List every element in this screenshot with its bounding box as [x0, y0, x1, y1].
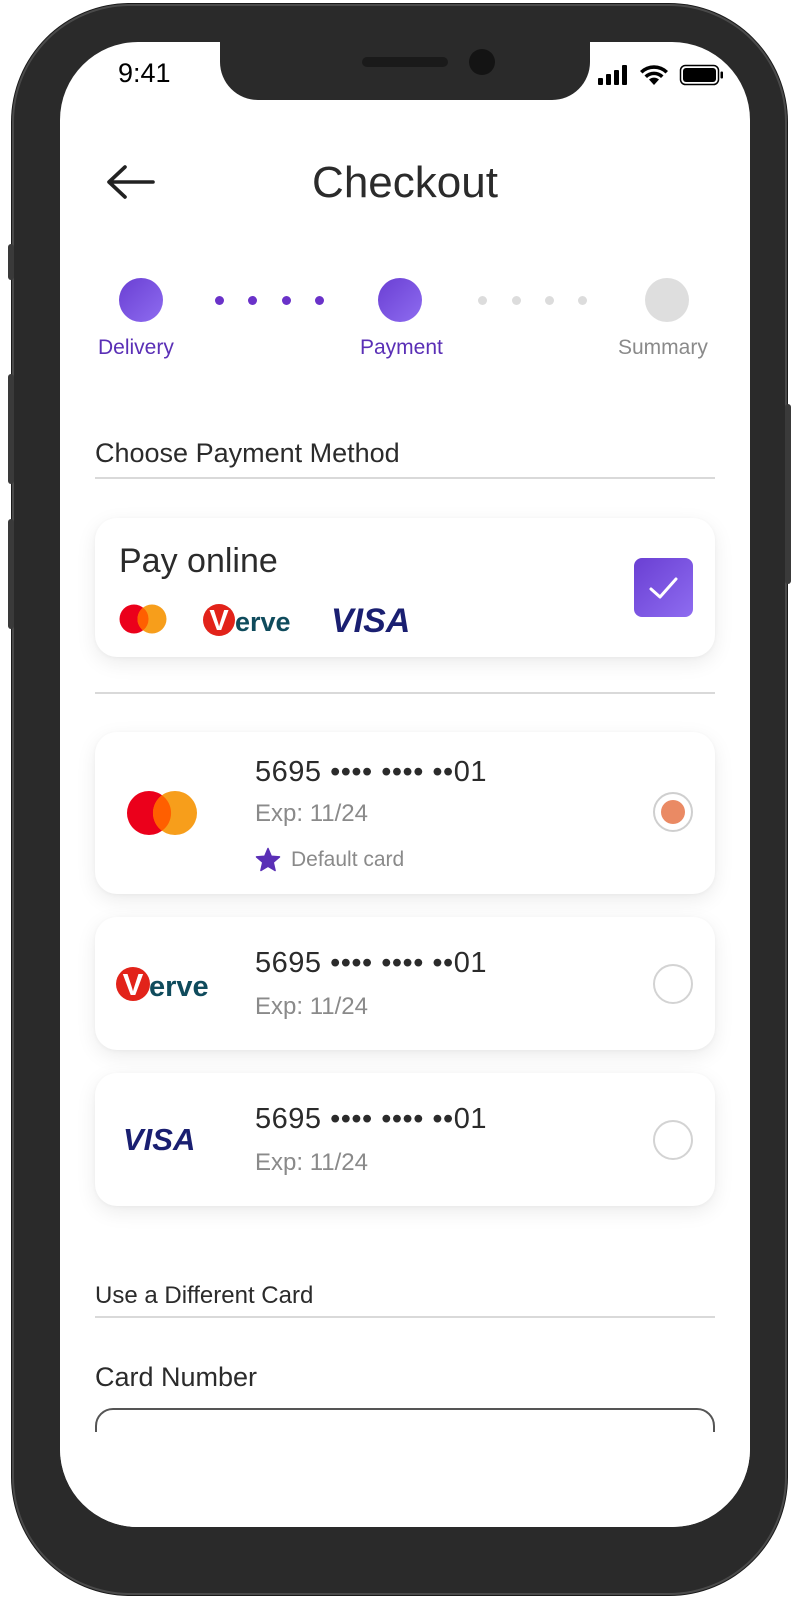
visa-logo-text: VISA — [123, 1122, 195, 1155]
star-icon — [255, 847, 281, 872]
card-radio-selected[interactable] — [653, 792, 693, 832]
step-label-delivery: Delivery — [98, 336, 174, 359]
card-radio[interactable] — [653, 964, 693, 1004]
pay-online-checkbox[interactable] — [634, 558, 693, 617]
camera — [469, 49, 495, 75]
step-label-summary: Summary — [618, 336, 708, 359]
card-number-label: Card Number — [95, 1362, 258, 1392]
visa-logo-text: VISA — [331, 602, 410, 636]
verve-logo-letter: V — [123, 967, 144, 1002]
card-number: 5695 •••• •••• ••01 — [255, 756, 487, 788]
verve-logo-text: erve — [149, 971, 208, 1003]
checkmark-icon — [649, 577, 678, 599]
pay-online-card[interactable]: Pay online V erve VISA — [95, 518, 715, 657]
card-expiry: Exp: 11/24 — [255, 800, 368, 827]
mastercard-icon — [119, 604, 167, 634]
card-radio[interactable] — [653, 1120, 693, 1160]
card-number: 5695 •••• •••• ••01 — [255, 1103, 487, 1135]
step-label-payment: Payment — [360, 336, 443, 359]
verve-logo-text: erve — [235, 607, 291, 637]
speaker — [362, 57, 448, 67]
page-title: Checkout — [312, 158, 498, 207]
step-connector-dot — [215, 296, 224, 305]
step-connector-dot — [478, 296, 487, 305]
step-dot-delivery — [119, 278, 163, 322]
default-card-row: Default card — [255, 846, 404, 874]
signal-icon — [598, 65, 627, 85]
phone-side-button — [8, 374, 14, 484]
step-connector-dot — [545, 296, 554, 305]
step-connector-dot — [512, 296, 521, 305]
visa-icon: VISA — [331, 602, 410, 636]
status-time: 9:41 — [118, 58, 171, 88]
step-dot-payment — [378, 278, 422, 322]
phone-side-button — [785, 404, 791, 584]
visa-icon: VISA — [123, 1122, 195, 1155]
step-connector-dot — [578, 296, 587, 305]
pay-online-title: Pay online — [119, 542, 278, 580]
battery-icon — [679, 64, 723, 86]
card-number: 5695 •••• •••• ••01 — [255, 947, 487, 979]
default-card-label: Default card — [291, 848, 405, 871]
section-title-different-card: Use a Different Card — [95, 1282, 314, 1309]
verve-icon: V erve — [116, 967, 208, 1003]
saved-card-verve[interactable]: V erve 5695 •••• •••• ••01 Exp: 11/24 — [95, 917, 715, 1050]
status-bar-icons — [598, 64, 723, 86]
mastercard-icon — [127, 791, 197, 835]
screen: 9:41 Checkout Delivery Payment Summary C… — [60, 42, 750, 1527]
step-connector-dot — [282, 296, 291, 305]
wifi-icon — [640, 65, 668, 85]
divider — [95, 692, 715, 694]
step-dot-summary — [645, 278, 689, 322]
saved-card-visa[interactable]: VISA 5695 •••• •••• ••01 Exp: 11/24 — [95, 1073, 715, 1206]
notch — [220, 42, 590, 100]
divider — [95, 477, 715, 479]
section-title-payment-method: Choose Payment Method — [95, 438, 400, 468]
saved-card-mastercard[interactable]: 5695 •••• •••• ••01 Exp: 11/24 Default c… — [95, 732, 715, 894]
card-expiry: Exp: 11/24 — [255, 1149, 368, 1176]
verve-logo-letter: V — [209, 605, 229, 637]
verve-icon: V erve — [203, 604, 291, 637]
card-expiry: Exp: 11/24 — [255, 993, 368, 1020]
phone-side-button — [8, 244, 14, 280]
step-connector-dot — [248, 296, 257, 305]
divider — [95, 1316, 715, 1318]
step-connector-dot — [315, 296, 324, 305]
phone-side-button — [8, 519, 14, 629]
scroll-mask — [60, 1432, 750, 1527]
phone-frame: 9:41 Checkout Delivery Payment Summary C… — [8, 4, 791, 1595]
